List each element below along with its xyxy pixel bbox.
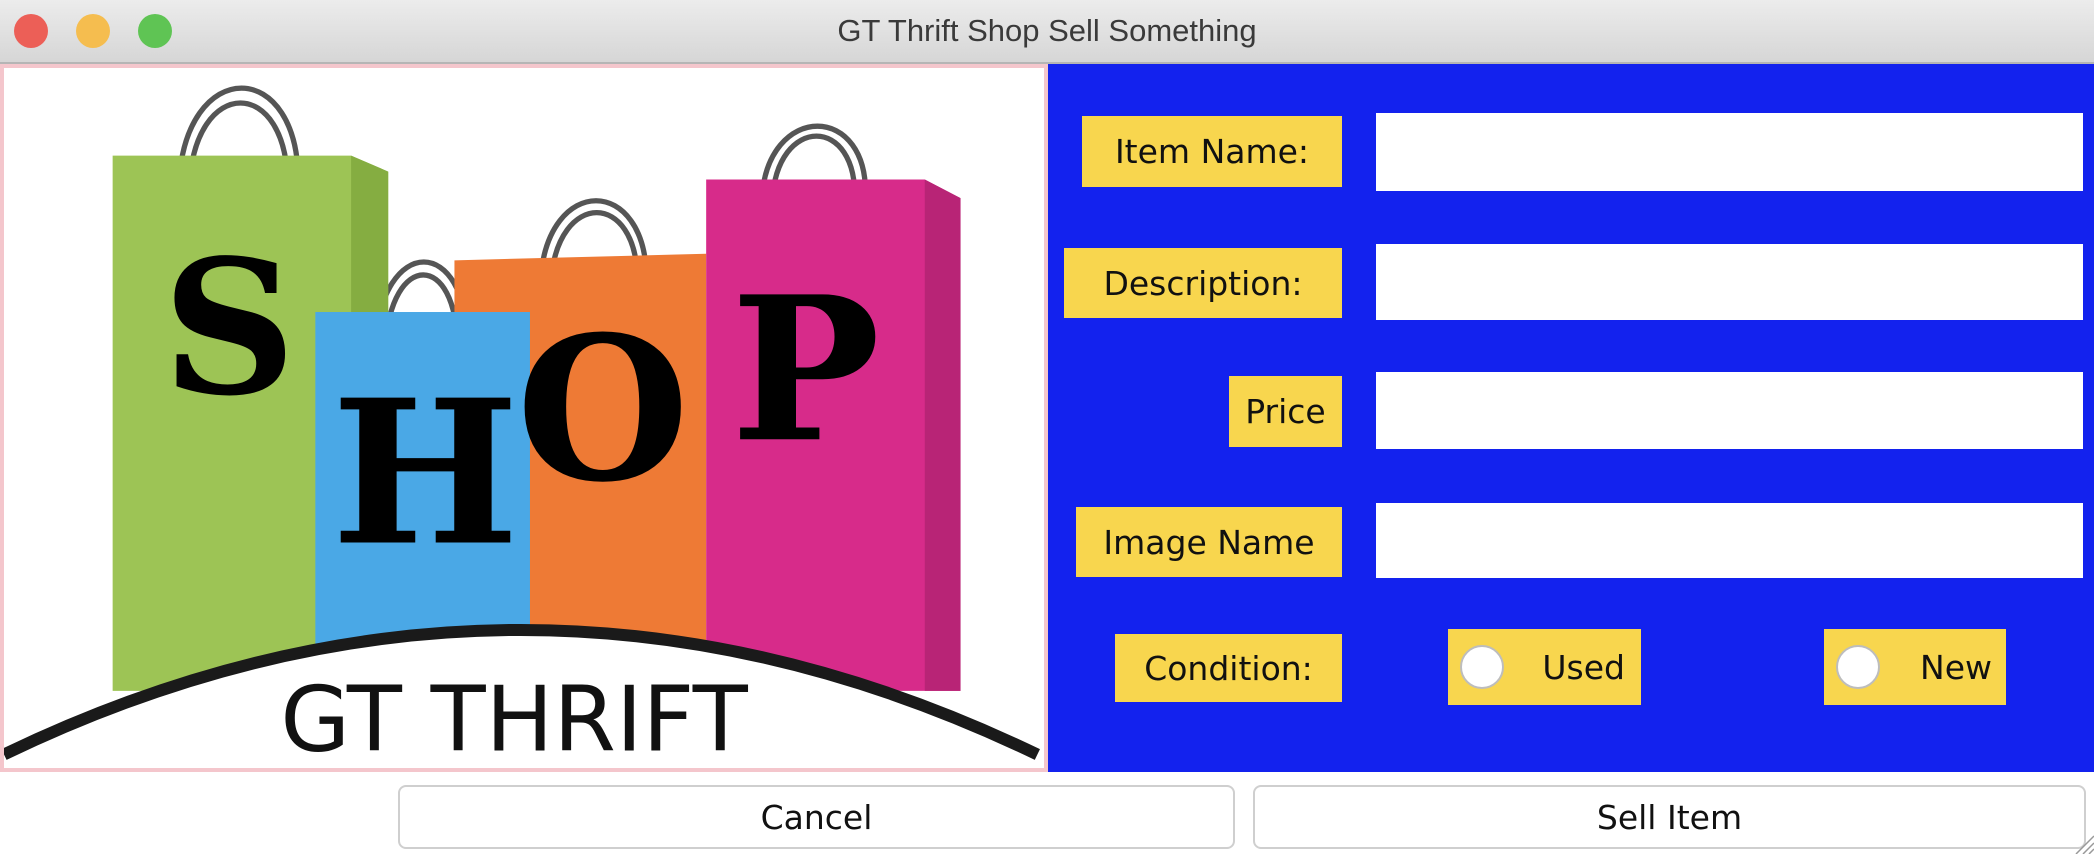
logo-letter-o: O — [516, 292, 689, 526]
price-input[interactable] — [1376, 372, 2083, 449]
condition-label: Condition: — [1115, 634, 1342, 702]
window-title: GT Thrift Shop Sell Something — [837, 13, 1257, 48]
condition-used-radio[interactable]: Used — [1448, 629, 1641, 705]
item-name-label: Item Name: — [1082, 116, 1342, 187]
item-name-input[interactable] — [1376, 113, 2083, 191]
description-label: Description: — [1064, 248, 1342, 318]
radio-circle-icon[interactable] — [1460, 645, 1504, 689]
resize-grip-icon[interactable] — [2072, 832, 2094, 854]
image-name-label: Image Name — [1076, 507, 1342, 577]
logo-caption: GT THRIFT — [280, 668, 748, 768]
price-label: Price — [1229, 376, 1342, 447]
sell-item-button[interactable]: Sell Item — [1253, 785, 2086, 849]
logo-letter-h: H — [331, 356, 519, 590]
cancel-button[interactable]: Cancel — [398, 785, 1235, 849]
image-name-input[interactable] — [1376, 503, 2083, 578]
gt-thrift-shop-logo: S H O P GT THRIFT — [4, 85, 1040, 768]
title-bar: GT Thrift Shop Sell Something — [0, 0, 2094, 64]
shop-logo-image: S H O P GT THRIFT — [0, 64, 1048, 772]
condition-new-radio[interactable]: New — [1824, 629, 2006, 705]
condition-used-label: Used — [1542, 647, 1625, 687]
logo-letter-s: S — [162, 219, 296, 437]
logo-letter-p: P — [731, 252, 880, 486]
condition-new-label: New — [1920, 647, 1992, 687]
radio-circle-icon[interactable] — [1836, 645, 1880, 689]
description-input[interactable] — [1376, 244, 2083, 320]
